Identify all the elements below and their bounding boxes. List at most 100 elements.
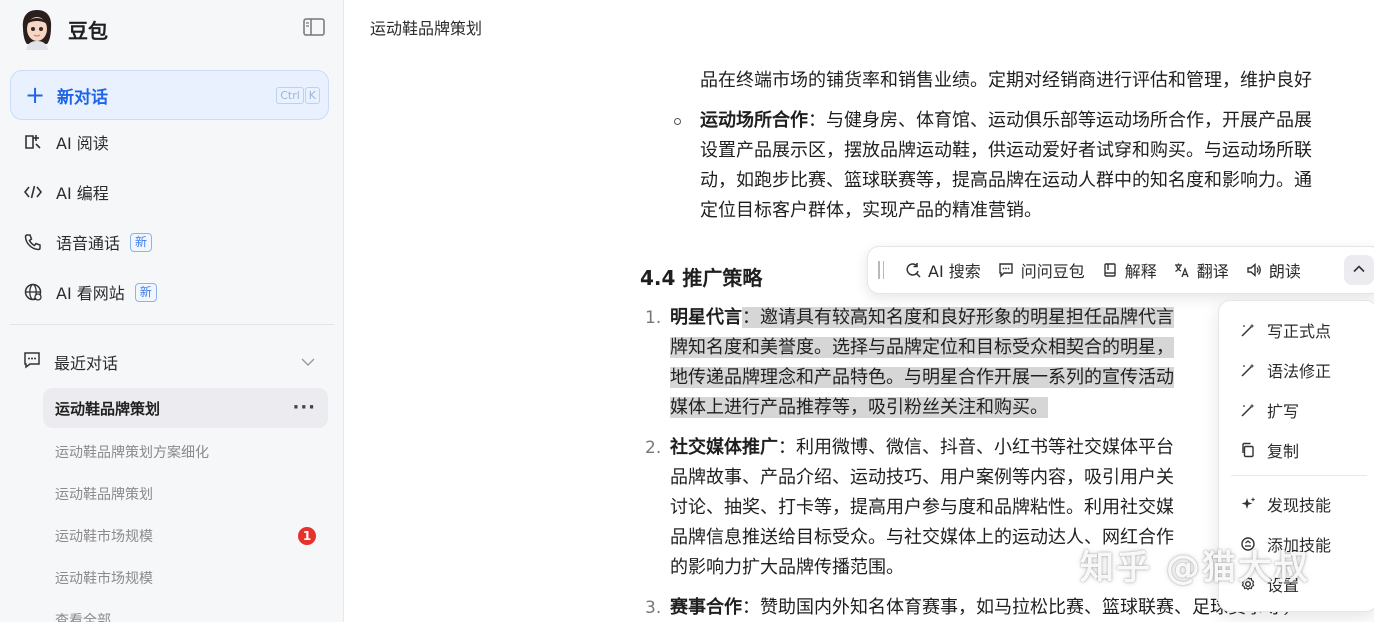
menu-item-label: 语法修正 [1267, 362, 1332, 381]
new-chat-label: 新对话 [57, 87, 108, 108]
recent-conversations-header[interactable]: 最近对话 [10, 342, 330, 382]
text-line: 品牌故事、产品介绍、运动技巧、用户案例等内容，吸引用户关 [670, 467, 1174, 488]
conversation-title: 运动鞋品牌策划方案细化 [55, 445, 209, 461]
ai-search-icon [904, 261, 922, 279]
shortcut-key-k: K [304, 87, 320, 104]
conversation-item[interactable]: 运动鞋市场规模 [43, 558, 328, 598]
selected-text: 地传递品牌理念和产品特色。与明星合作开展一系列的宣传活动 [670, 367, 1174, 388]
text-line: 讨论、抽奖、打卡等，提高用户参与度和品牌粘性。利用社交媒 [670, 497, 1174, 518]
selection-toolbar: AI 搜索 问问豆包 解释 翻译 朗读 [867, 246, 1374, 294]
term-label: 运动场所合作 [700, 110, 808, 131]
conversation-title: 运动鞋市场规模 [55, 571, 153, 587]
text-line: ：与健身房、体育馆、运动俱乐部等运动场所合作，开展产品展 [808, 110, 1312, 131]
list-item-celebrity: 明星代言：邀请具有较高知名度和良好形象的明星担任品牌代言 [670, 303, 1174, 333]
conversation-item[interactable]: 运动鞋市场规模 1 [43, 516, 328, 556]
sidebar-item-ai-coding[interactable]: AI 编程 [10, 172, 330, 212]
sidebar-item-label: AI 阅读 [56, 134, 109, 153]
chevron-down-icon[interactable] [300, 354, 316, 374]
view-all-link[interactable]: 查看全部 [43, 600, 328, 622]
conversation-title: 运动鞋品牌策划 [55, 399, 161, 418]
sidebar-item-label: AI 看网站 [56, 284, 125, 303]
menu-item-label: 发现技能 [1267, 496, 1332, 515]
menu-divider [1231, 475, 1367, 476]
conversation-title: 运动鞋市场规模 [55, 529, 153, 545]
selected-text: 媒体上进行产品推荐等，吸引粉丝关注和购买。 [670, 397, 1048, 418]
more-options-icon[interactable]: ··· [292, 397, 316, 418]
chat-history-icon [22, 350, 42, 374]
new-badge: 新 [134, 282, 157, 302]
translate-button[interactable]: 翻译 [1173, 258, 1229, 282]
new-chat-button[interactable]: + 新对话 Ctrl K [10, 70, 329, 120]
sparkle-icon [1239, 495, 1257, 513]
sidebar-toggle-icon[interactable] [302, 16, 326, 38]
recent-conversations-label: 最近对话 [54, 354, 119, 373]
text-line: 媒体上进行产品推荐等，吸引粉丝关注和购买。 [670, 393, 1048, 423]
shortcut-key-ctrl: Ctrl [276, 87, 304, 104]
conversation-item-active[interactable]: 运动鞋品牌策划 ··· [43, 388, 328, 428]
explain-label: 解释 [1124, 262, 1157, 281]
menu-item-label: 写正式点 [1267, 322, 1332, 341]
view-all-label: 查看全部 [55, 613, 111, 622]
sidebar-item-label: 语音通话 [56, 234, 121, 253]
term-label: 社交媒体推广 [670, 437, 778, 458]
paragraph-line: 品在终端市场的铺货率和销售业绩。定期对经销商进行评估和管理，维护良好 [700, 70, 1312, 91]
watermark: 知乎 @猫大叔 [1080, 548, 1310, 588]
menu-item-grammar-fix[interactable]: 语法修正 [1219, 352, 1374, 388]
menu-item-expand[interactable]: 扩写 [1219, 392, 1374, 428]
brand[interactable]: 豆包 [18, 8, 108, 50]
ask-doubao-button[interactable]: 问问豆包 [997, 258, 1085, 282]
selected-text: 牌知名度和美誉度。选择与品牌定位和目标受众相契合的明星， [670, 337, 1174, 358]
sidebar-item-ai-reading[interactable]: AI 阅读 [10, 122, 330, 162]
conversation-item[interactable]: 运动鞋品牌策划 [43, 474, 328, 514]
list-item-events: 赛事合作：赞助国内外知名体育赛事，如马拉松比赛、篮球联赛、足球赛事等， [670, 593, 1300, 622]
sidebar-item-label: AI 编程 [56, 184, 109, 203]
bullet-circle [674, 118, 681, 125]
selected-text: ：邀请具有较高知名度和良好形象的明星担任品牌代言 [742, 307, 1174, 328]
text-line: 设置产品展示区，摆放品牌运动鞋，供运动爱好者试穿和购买。与运动场所联 [700, 140, 1312, 161]
plus-icon: + [25, 81, 46, 109]
translate-icon [1173, 261, 1191, 279]
menu-item-label: 扩写 [1267, 402, 1300, 421]
reading-icon [22, 131, 44, 153]
code-icon [22, 181, 44, 203]
magic-pen-icon [1239, 321, 1257, 339]
app-name: 豆包 [68, 18, 108, 43]
menu-item-copy[interactable]: 复制 [1219, 432, 1374, 468]
list-number: 2. [645, 438, 662, 458]
sidebar-item-voice-call[interactable]: 语音通话 新 [10, 222, 330, 262]
collapse-menu-button[interactable] [1344, 255, 1374, 285]
ai-search-label: AI 搜索 [928, 262, 981, 281]
copy-icon [1239, 441, 1257, 459]
text-line: 地传递品牌理念和产品特色。与明星合作开展一系列的宣传活动 [670, 363, 1174, 393]
read-aloud-label: 朗读 [1268, 262, 1301, 281]
unread-badge: 1 [298, 527, 316, 545]
new-badge: 新 [130, 232, 153, 252]
list-item-social-media: 社交媒体推广：利用微博、微信、抖音、小红书等社交媒体平台 [670, 433, 1174, 463]
shortcut-hint: Ctrl K [276, 87, 320, 104]
speaker-icon [1245, 261, 1263, 279]
text-line: ：利用微博、微信、抖音、小红书等社交媒体平台 [778, 437, 1174, 458]
conversation-title: 运动鞋品牌策划 [55, 487, 153, 503]
drag-handle[interactable] [878, 260, 888, 280]
text-line: 的影响力扩大品牌传播范围。 [670, 557, 904, 578]
text-line: 牌知名度和美誉度。选择与品牌定位和目标受众相契合的明星， [670, 333, 1174, 363]
ai-search-button[interactable]: AI 搜索 [904, 258, 981, 282]
sidebar-item-ai-website[interactable]: AI 看网站 新 [10, 272, 330, 312]
magic-pen-icon [1239, 401, 1257, 419]
magic-pen-icon [1239, 361, 1257, 379]
conversation-title-header: 运动鞋品牌策划 [370, 19, 483, 38]
term-label: 赛事合作 [670, 597, 742, 618]
sidebar-divider [10, 324, 334, 325]
menu-item-formalize[interactable]: 写正式点 [1219, 312, 1374, 348]
list-number: 3. [645, 598, 662, 618]
conversation-item[interactable]: 运动鞋品牌策划方案细化 [43, 432, 328, 472]
text-line: ：赞助国内外知名体育赛事，如马拉松比赛、篮球联赛、足球赛事等， [742, 597, 1300, 618]
read-aloud-button[interactable]: 朗读 [1245, 258, 1301, 282]
menu-item-label: 复制 [1267, 442, 1300, 461]
translate-label: 翻译 [1196, 262, 1229, 281]
explain-button[interactable]: 解释 [1101, 258, 1157, 282]
text-line: 定位目标客户群体，实现产品的精准营销。 [700, 200, 1042, 221]
list-number: 1. [645, 308, 662, 328]
sidebar: 豆包 + 新对话 Ctrl K AI 阅读 AI 编程 语音通话 新 AI 看网… [0, 0, 344, 622]
menu-item-discover-skills[interactable]: 发现技能 [1219, 486, 1374, 522]
